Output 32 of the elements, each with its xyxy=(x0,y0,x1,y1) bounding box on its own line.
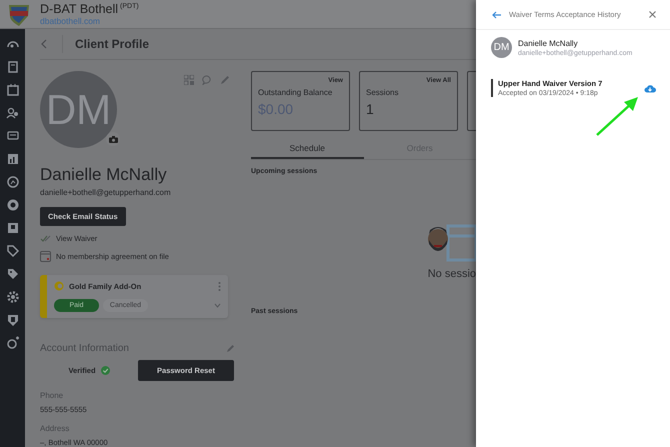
document-icon xyxy=(40,251,51,262)
client-name: Danielle McNally xyxy=(40,165,168,185)
checked-tag-icon xyxy=(40,234,51,243)
camera-button[interactable] xyxy=(106,132,120,146)
calendar-icon[interactable] xyxy=(6,83,20,97)
check-circle-icon xyxy=(100,366,110,375)
membership-logo-icon xyxy=(54,281,64,291)
tag-icon[interactable] xyxy=(6,267,20,281)
back-arrow-icon[interactable] xyxy=(492,10,501,18)
avatar: DM xyxy=(40,71,117,148)
tab[interactable]: Schedule xyxy=(251,138,364,159)
business-name: D-BAT Bothell xyxy=(40,3,118,16)
tag-icon[interactable] xyxy=(6,244,20,258)
client-email: danielle+bothell@getupperhand.com xyxy=(40,188,172,197)
people-icon[interactable] xyxy=(6,106,20,120)
empty-message: No sessio xyxy=(428,268,476,280)
page-title: Client Profile xyxy=(62,35,150,53)
bar-chart-icon[interactable] xyxy=(6,152,20,166)
person-plus-icon[interactable] xyxy=(6,336,20,350)
card-value: 1 xyxy=(366,101,375,117)
settings-icon[interactable] xyxy=(6,290,20,304)
card-label: Outstanding Balance xyxy=(258,88,334,97)
avatar: DM xyxy=(491,37,512,58)
card-accent-bar xyxy=(40,275,47,318)
book-icon[interactable] xyxy=(6,60,20,74)
shield-icon[interactable] xyxy=(6,313,20,327)
close-icon[interactable] xyxy=(649,11,656,18)
camera-icon xyxy=(108,136,118,142)
chart-circle-icon[interactable] xyxy=(6,175,20,189)
cloud-download-icon[interactable] xyxy=(644,84,656,92)
card-label: Sessions xyxy=(366,88,400,97)
client-name: Danielle McNally xyxy=(518,38,579,48)
